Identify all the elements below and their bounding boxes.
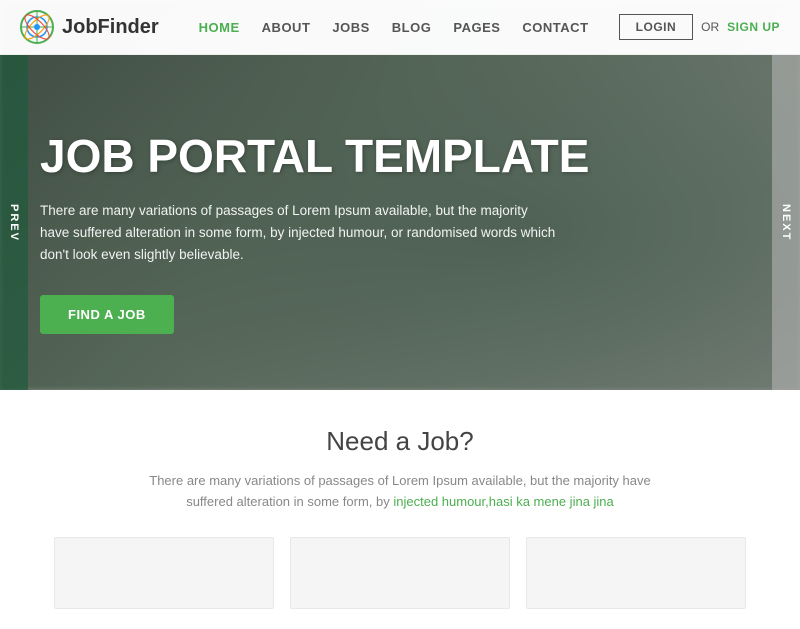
nav-jobs[interactable]: JOBS [332, 20, 369, 35]
nav-contact[interactable]: CONTACT [522, 20, 588, 35]
card-3 [526, 537, 746, 609]
nav-home[interactable]: HOME [199, 20, 240, 35]
section-description-link[interactable]: injected humour,hasi ka mene jina jina [393, 494, 613, 509]
cards-row [20, 537, 780, 609]
hero-description: There are many variations of passages of… [40, 200, 560, 267]
hero-section: PREV NEXT JOB PORTAL TEMPLATE There are … [0, 0, 800, 390]
signup-link[interactable]: SIGN UP [727, 20, 780, 34]
logo-icon [20, 10, 54, 44]
or-text: OR [701, 20, 719, 34]
next-nav-button[interactable]: NEXT [772, 55, 800, 390]
nav-blog[interactable]: BLOG [392, 20, 432, 35]
logo-text: JobFinder [62, 16, 159, 39]
prev-label: PREV [8, 204, 20, 242]
nav-pages[interactable]: PAGES [453, 20, 500, 35]
next-label: NEXT [780, 204, 792, 241]
hero-title: JOB PORTAL TEMPLATE [40, 131, 600, 182]
section-description: There are many variations of passages of… [140, 471, 660, 513]
find-job-button[interactable]: FIND A JOB [40, 295, 174, 334]
section-title: Need a Job? [20, 426, 780, 457]
need-job-section: Need a Job? There are many variations of… [0, 390, 800, 629]
logo[interactable]: JobFinder [20, 10, 159, 44]
card-2 [290, 537, 510, 609]
card-1 [54, 537, 274, 609]
hero-content: JOB PORTAL TEMPLATE There are many varia… [40, 55, 600, 390]
nav-right: LOGIN OR SIGN UP [619, 14, 780, 40]
nav-links: HOME ABOUT JOBS BLOG PAGES CONTACT [199, 20, 619, 35]
prev-nav-button[interactable]: PREV [0, 55, 28, 390]
navbar: JobFinder HOME ABOUT JOBS BLOG PAGES CON… [0, 0, 800, 55]
nav-about[interactable]: ABOUT [262, 20, 311, 35]
login-button[interactable]: LOGIN [619, 14, 694, 40]
